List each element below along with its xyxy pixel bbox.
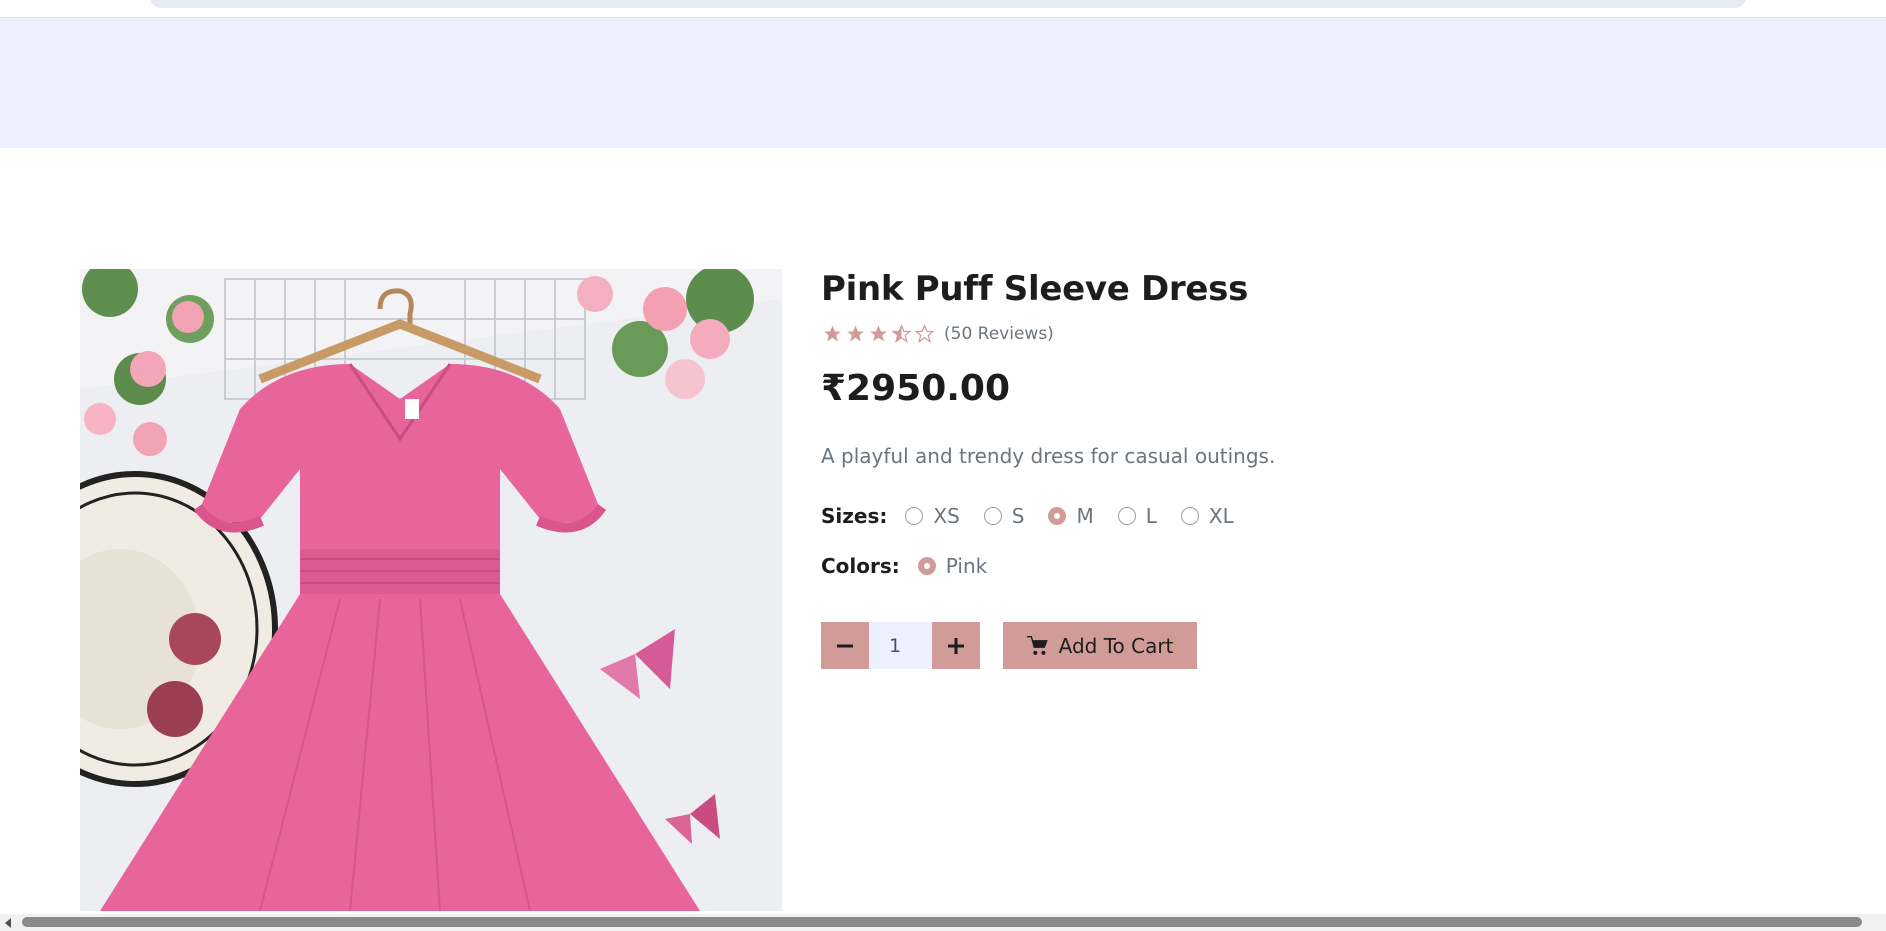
colors-selector: Colors: Pink xyxy=(821,554,1011,578)
horizontal-scrollbar[interactable] xyxy=(0,914,1886,931)
increase-quantity-button[interactable] xyxy=(932,622,980,669)
star-empty-icon xyxy=(914,324,935,343)
size-label: M xyxy=(1076,504,1094,528)
star-rating xyxy=(821,324,936,344)
size-option-s[interactable]: S xyxy=(983,504,1025,528)
add-to-cart-button[interactable]: Add To Cart xyxy=(1003,622,1197,669)
quantity-stepper: 1 xyxy=(821,622,980,669)
size-label: XL xyxy=(1208,504,1234,528)
page-header-band xyxy=(0,18,1886,148)
scrollbar-thumb[interactable] xyxy=(22,917,1862,927)
star-icon xyxy=(870,325,887,342)
star-half-icon xyxy=(891,324,912,343)
product-price: ₹2950.00 xyxy=(821,368,1011,409)
size-option-xs[interactable]: XS xyxy=(905,504,960,528)
scroll-left-arrow-icon[interactable] xyxy=(5,918,11,928)
radio-button[interactable] xyxy=(905,507,924,525)
size-label: XS xyxy=(933,504,960,528)
radio-button[interactable] xyxy=(1117,507,1136,525)
size-label: S xyxy=(1011,504,1025,528)
size-option-xl[interactable]: XL xyxy=(1180,504,1234,528)
plus-icon xyxy=(948,637,964,654)
size-option-l[interactable]: L xyxy=(1117,504,1157,528)
sizes-selector: Sizes: XS S M L XL xyxy=(821,504,1258,528)
color-option-pink[interactable]: Pink xyxy=(917,554,988,578)
quantity-input[interactable]: 1 xyxy=(869,622,932,669)
decrease-quantity-button[interactable] xyxy=(821,622,869,669)
radio-button[interactable] xyxy=(983,507,1002,525)
radio-button-selected[interactable] xyxy=(917,557,936,575)
product-description: A playful and trendy dress for casual ou… xyxy=(821,444,1276,468)
radio-button[interactable] xyxy=(1180,507,1199,525)
rating-row: (50 Reviews) xyxy=(821,324,1054,344)
product-image xyxy=(80,269,782,911)
sizes-label: Sizes: xyxy=(821,504,888,528)
size-label: L xyxy=(1145,504,1157,528)
color-label: Pink xyxy=(945,554,988,578)
colors-label: Colors: xyxy=(821,554,900,578)
dress-photo xyxy=(80,269,782,911)
size-option-m[interactable]: M xyxy=(1048,504,1094,528)
reviews-count[interactable]: (50 Reviews) xyxy=(944,324,1054,344)
minus-icon xyxy=(837,644,853,647)
cart-icon xyxy=(1026,635,1048,655)
star-icon xyxy=(847,325,864,342)
product-title: Pink Puff Sleeve Dress xyxy=(821,269,1249,309)
product-details: Pink Puff Sleeve Dress (50 Reviews) ₹295… xyxy=(821,268,1721,669)
top-bar xyxy=(0,0,1886,18)
search-bar[interactable] xyxy=(150,0,1746,8)
star-icon xyxy=(824,325,841,342)
radio-button-selected[interactable] xyxy=(1048,507,1067,525)
add-to-cart-label: Add To Cart xyxy=(1058,633,1174,658)
